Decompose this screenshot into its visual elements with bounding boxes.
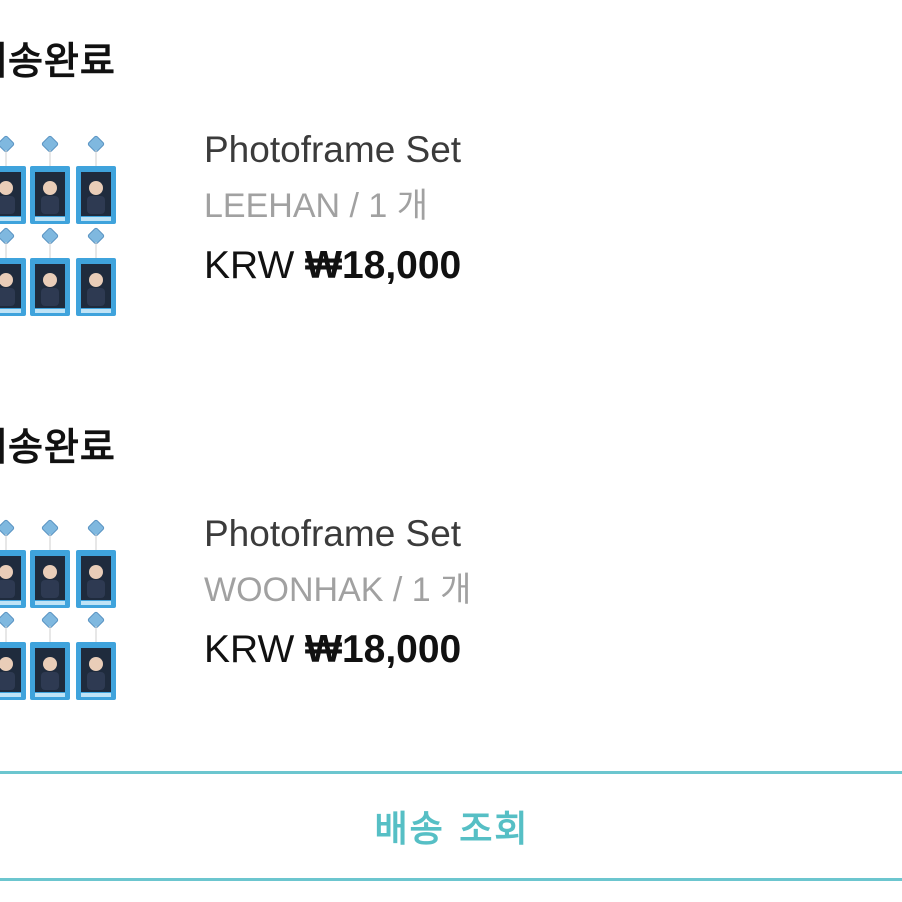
photoframe-icon	[30, 227, 70, 316]
photoframe-icon	[0, 227, 26, 316]
product-thumbnail[interactable]	[0, 516, 122, 728]
product-price: KRW ₩18,000	[204, 243, 564, 289]
price-amount: ₩18,000	[305, 244, 462, 287]
price-currency: KRW	[204, 628, 295, 671]
photoframe-icon	[0, 519, 26, 608]
delivery-tracking-label: 배송 조회	[374, 809, 530, 850]
product-option: WOONHAK / 1 개	[204, 571, 472, 609]
order-status-title: 배송완료	[0, 39, 116, 83]
photoframe-icon	[0, 611, 26, 700]
product-name[interactable]: Photoframe Set	[204, 128, 564, 172]
order-status-title: 배송완료	[0, 425, 116, 469]
product-option: LEEHAN / 1 개	[204, 187, 429, 225]
photoframe-icon	[30, 519, 70, 608]
delivery-tracking-button[interactable]: 배송 조회	[0, 771, 902, 881]
photoframe-icon	[0, 135, 26, 224]
product-info: Photoframe Set LEEHAN / 1 개 KRW ₩18,000	[204, 128, 564, 289]
photoframe-icon	[76, 135, 116, 224]
photoframe-icon	[76, 519, 116, 608]
photoframe-icon	[76, 611, 116, 700]
price-currency: KRW	[204, 244, 295, 287]
product-price: KRW ₩18,000	[204, 627, 564, 673]
price-amount: ₩18,000	[305, 628, 462, 671]
product-thumbnail[interactable]	[0, 132, 122, 344]
photoframe-icon	[76, 227, 116, 316]
product-name[interactable]: Photoframe Set	[204, 512, 564, 556]
photoframe-icon	[30, 611, 70, 700]
photoframe-icon	[30, 135, 70, 224]
product-info: Photoframe Set WOONHAK / 1 개 KRW ₩18,000	[204, 512, 564, 673]
